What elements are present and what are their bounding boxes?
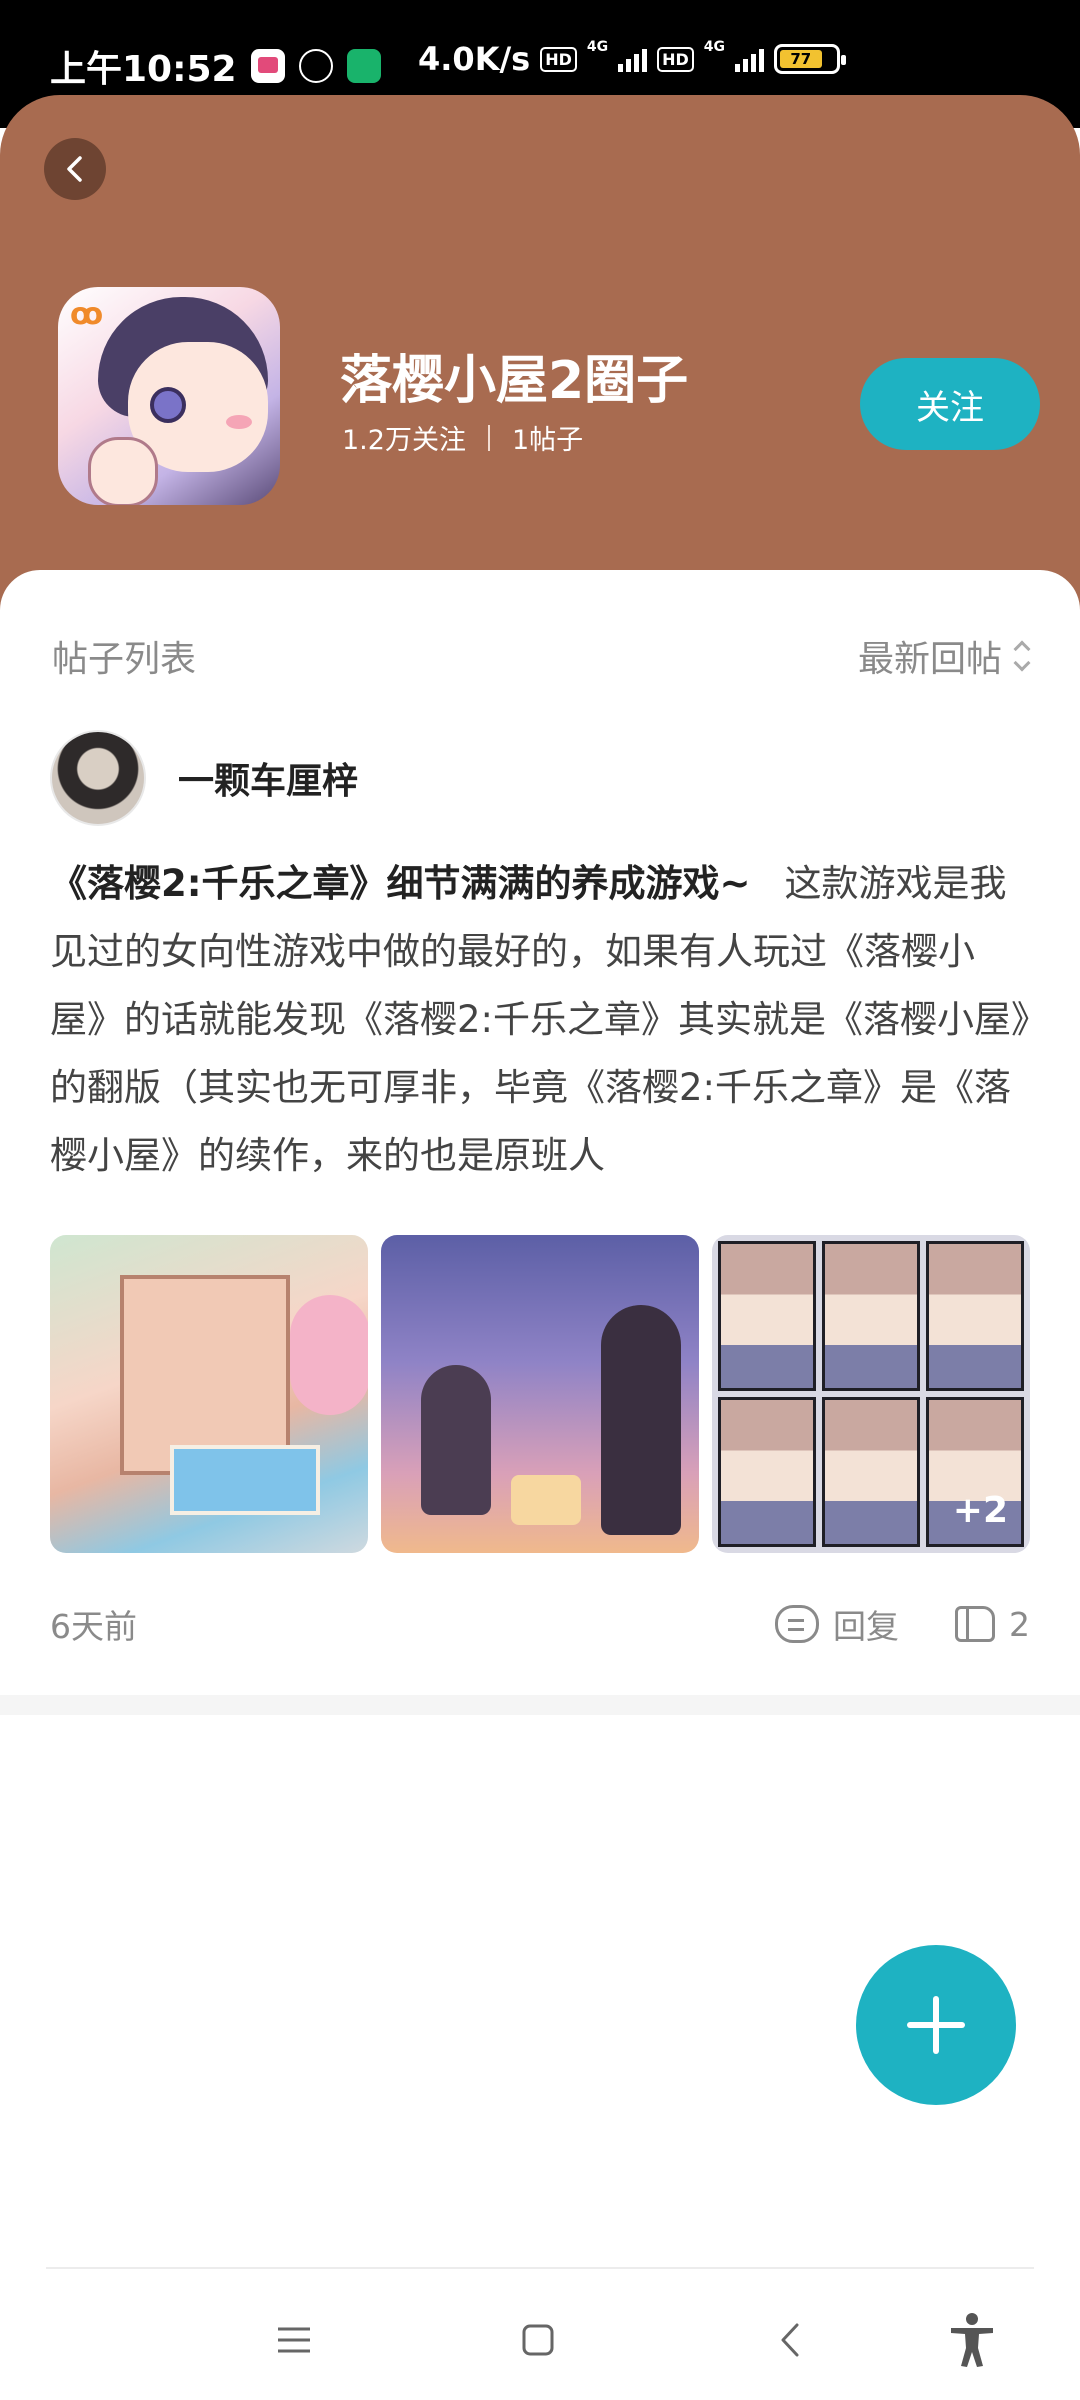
like-button[interactable]: 2 xyxy=(955,1605,1030,1644)
posts-count: 1帖子 xyxy=(511,425,584,456)
followers-count: 1.2万关注 xyxy=(342,425,466,456)
post-title: 《落樱2:千乐之章》细节满满的养成游戏~ xyxy=(50,862,751,905)
post-list-header: 帖子列表 最新回帖 xyxy=(52,630,1031,682)
post-image-2[interactable] xyxy=(381,1235,699,1553)
section-divider xyxy=(0,1695,1080,1715)
stats-divider xyxy=(487,424,490,451)
signal-icon-2 xyxy=(735,46,765,72)
shield-app-icon xyxy=(346,49,381,83)
reply-button[interactable]: 回复 xyxy=(775,1600,899,1648)
nav-menu-button[interactable] xyxy=(264,2310,324,2370)
post-images: +2 xyxy=(50,1235,1030,1553)
post-footer: 6天前 回复 2 xyxy=(50,1600,1030,1648)
mail-app-icon xyxy=(250,49,285,83)
accessibility-button[interactable] xyxy=(942,2310,1002,2370)
chevron-left-icon xyxy=(67,156,82,182)
network-type: 4G xyxy=(586,39,609,55)
nav-home-button[interactable] xyxy=(508,2310,568,2370)
tiktok-app-icon xyxy=(298,49,333,83)
thumbs-up-icon xyxy=(955,1606,995,1642)
author-name[interactable]: 一颗车厘梓 xyxy=(178,752,358,804)
network-type-2: 4G xyxy=(703,39,726,55)
status-indicators: 4.0K/s HD 4G HD 4G 77 xyxy=(418,39,847,78)
network-speed: 4.0K/s xyxy=(418,40,531,78)
back-icon xyxy=(781,2323,799,2357)
post-body: 这款游戏是我见过的女向性游戏中做的最好的，如果有人玩过《落樱小屋》的话就能发现《… xyxy=(50,862,1030,1177)
accessibility-icon xyxy=(951,2313,993,2367)
post-list-title: 帖子列表 xyxy=(52,639,197,680)
plus-icon xyxy=(907,1996,965,2054)
menu-icon xyxy=(278,2327,310,2353)
battery-level: 77 xyxy=(780,50,822,68)
post-time: 6天前 xyxy=(50,1607,137,1646)
post-author[interactable]: 一颗车厘梓 xyxy=(50,730,358,826)
like-count: 2 xyxy=(1009,1604,1030,1644)
follow-button[interactable]: 关注 xyxy=(860,358,1040,450)
system-nav-bar xyxy=(0,2270,1080,2400)
battery-icon: 77 xyxy=(774,44,847,74)
comment-icon xyxy=(775,1605,819,1643)
circle-app-icon: ꝏ xyxy=(58,287,280,505)
nav-back-button[interactable] xyxy=(760,2310,820,2370)
back-button[interactable] xyxy=(44,138,106,200)
sort-label: 最新回帖 xyxy=(857,639,1002,680)
home-square-icon xyxy=(522,2324,554,2356)
post-image-3[interactable]: +2 xyxy=(712,1235,1030,1553)
status-time: 上午10:52 xyxy=(50,49,237,90)
sort-updown-icon xyxy=(1013,640,1031,672)
more-images-count: +2 xyxy=(952,1490,1008,1531)
reply-label: 回复 xyxy=(833,1607,899,1646)
circle-title: 落樱小屋2圈子 xyxy=(340,351,689,411)
nav-divider xyxy=(46,2267,1034,2269)
new-post-button[interactable] xyxy=(856,1945,1016,2105)
hd-badge-2: HD xyxy=(657,46,694,72)
post-content[interactable]: 《落樱2:千乐之章》细节满满的养成游戏~ 这款游戏是我见过的女向性游戏中做的最好的… xyxy=(50,850,1030,1190)
post-image-1[interactable] xyxy=(50,1235,368,1553)
status-left: 上午10:52 xyxy=(50,40,381,92)
sort-dropdown[interactable]: 最新回帖 xyxy=(857,630,1031,682)
post-actions: 回复 2 xyxy=(775,1600,1030,1648)
hd-badge: HD xyxy=(540,46,577,72)
avatar[interactable] xyxy=(50,730,146,826)
app-logo-mark: ꝏ xyxy=(70,297,104,332)
circle-stats: 1.2万关注 1帖子 xyxy=(342,418,583,457)
signal-icon xyxy=(618,46,648,72)
